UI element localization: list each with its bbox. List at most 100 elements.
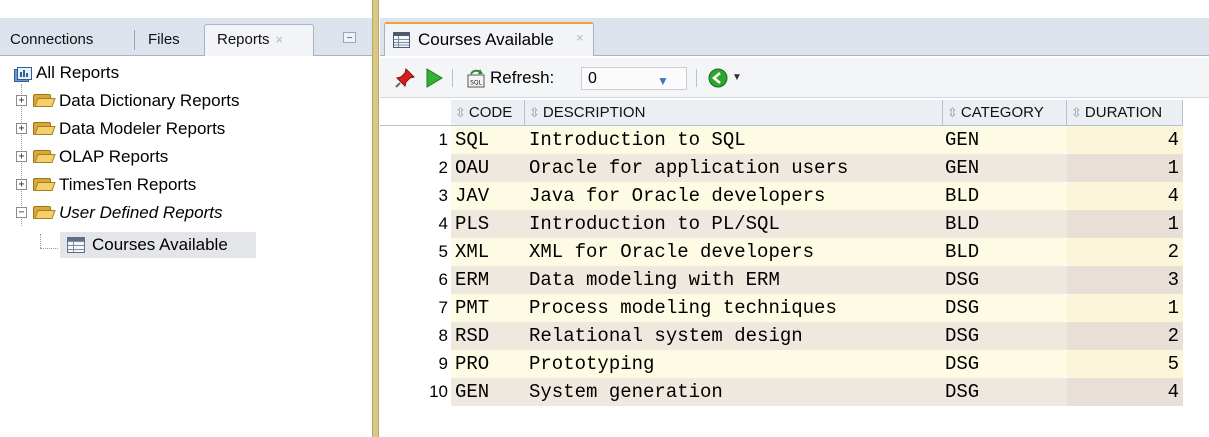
cell-category[interactable]: BLD xyxy=(943,238,1067,266)
cell-category[interactable]: DSG xyxy=(943,350,1067,378)
cell-code[interactable]: PRO xyxy=(451,350,525,378)
cell-description[interactable]: Java for Oracle developers xyxy=(525,182,943,210)
tree-item-label: Data Dictionary Reports xyxy=(59,91,240,110)
cell-code[interactable]: JAV xyxy=(451,182,525,210)
pin-icon[interactable] xyxy=(394,67,416,89)
column-header-description[interactable]: ⇳ DESCRIPTION xyxy=(525,100,943,126)
run-icon[interactable] xyxy=(423,67,445,89)
cell-description[interactable]: Introduction to PL/SQL xyxy=(525,210,943,238)
expand-icon[interactable]: + xyxy=(16,179,27,190)
cell-duration[interactable]: 4 xyxy=(1067,126,1183,154)
tab-files[interactable]: Files xyxy=(148,26,180,54)
refresh-sql-icon[interactable]: SQL xyxy=(465,67,487,89)
cell-duration[interactable]: 4 xyxy=(1067,378,1183,406)
column-header-duration[interactable]: ⇳ DURATION xyxy=(1067,100,1183,126)
cell-code[interactable]: PLS xyxy=(451,210,525,238)
row-number-cell[interactable]: 1 xyxy=(380,126,451,154)
cell-duration[interactable]: 1 xyxy=(1067,210,1183,238)
row-number-cell[interactable]: 4 xyxy=(380,210,451,238)
close-icon[interactable]: × xyxy=(576,30,584,45)
tree-item-label: OLAP Reports xyxy=(59,147,169,166)
tree-item-label: Data Modeler Reports xyxy=(59,119,226,138)
cell-code[interactable]: PMT xyxy=(451,294,525,322)
tree-line xyxy=(40,234,41,248)
cell-description[interactable]: Oracle for application users xyxy=(525,154,943,182)
expand-icon[interactable]: + xyxy=(16,95,27,106)
row-number-cell[interactable]: 6 xyxy=(380,266,451,294)
cell-code[interactable]: SQL xyxy=(451,126,525,154)
navigate-icon[interactable] xyxy=(707,67,729,89)
collapse-icon[interactable]: − xyxy=(16,207,27,218)
cell-category[interactable]: DSG xyxy=(943,378,1067,406)
chevron-down-icon[interactable]: ▼ xyxy=(732,72,742,83)
cell-category[interactable]: GEN xyxy=(943,126,1067,154)
sort-icon[interactable]: ⇳ xyxy=(529,105,540,120)
tree-item-courses-available[interactable]: Courses Available xyxy=(60,232,256,258)
tree-item-label: Courses Available xyxy=(92,235,228,254)
cell-category[interactable]: DSG xyxy=(943,322,1067,350)
tab-courses-available[interactable]: Courses Available × xyxy=(384,22,594,56)
expand-icon[interactable]: + xyxy=(16,151,27,162)
tree-root-label: All Reports xyxy=(36,63,120,82)
cell-code[interactable]: RSD xyxy=(451,322,525,350)
cell-duration[interactable]: 1 xyxy=(1067,294,1183,322)
row-number-cell[interactable]: 5 xyxy=(380,238,451,266)
cell-duration[interactable]: 2 xyxy=(1067,322,1183,350)
row-number-cell[interactable]: 8 xyxy=(380,322,451,350)
toolbar-separator xyxy=(696,69,697,87)
cell-duration[interactable]: 1 xyxy=(1067,154,1183,182)
cell-code[interactable]: XML xyxy=(451,238,525,266)
cell-description[interactable]: Prototyping xyxy=(525,350,943,378)
refresh-interval-select[interactable]: 0 ▼ xyxy=(581,67,687,90)
cell-duration[interactable]: 3 xyxy=(1067,266,1183,294)
row-number-cell[interactable]: 9 xyxy=(380,350,451,378)
tree-item-label: TimesTen Reports xyxy=(59,175,197,194)
cell-code[interactable]: GEN xyxy=(451,378,525,406)
report-table-icon xyxy=(393,32,410,48)
cell-description[interactable]: Relational system design xyxy=(525,322,943,350)
expand-icon[interactable]: + xyxy=(16,123,27,134)
sort-icon[interactable]: ⇳ xyxy=(1071,105,1082,120)
refresh-interval-value: 0 xyxy=(588,70,597,87)
cell-category[interactable]: GEN xyxy=(943,154,1067,182)
cell-description[interactable]: System generation xyxy=(525,378,943,406)
report-table-icon xyxy=(67,237,85,253)
cell-description[interactable]: Process modeling techniques xyxy=(525,294,943,322)
cell-category[interactable]: BLD xyxy=(943,182,1067,210)
column-header-label: DURATION xyxy=(1084,104,1163,121)
chevron-down-icon: ▼ xyxy=(657,74,669,88)
row-number-cell[interactable]: 10 xyxy=(380,378,451,406)
cell-description[interactable]: Introduction to SQL xyxy=(525,126,943,154)
cell-category[interactable]: DSG xyxy=(943,294,1067,322)
tab-connections[interactable]: Connections xyxy=(10,26,93,54)
reports-folder-icon xyxy=(14,65,32,82)
tab-reports[interactable]: Reports × xyxy=(204,24,314,56)
sort-icon[interactable]: ⇳ xyxy=(455,105,466,120)
sort-icon[interactable]: ⇳ xyxy=(947,105,958,120)
cell-code[interactable]: ERM xyxy=(451,266,525,294)
folder-open-icon xyxy=(33,205,56,219)
tab-reports-label: Reports xyxy=(217,31,270,48)
row-number-cell[interactable]: 3 xyxy=(380,182,451,210)
folder-icon xyxy=(33,121,56,135)
column-header-code[interactable]: ⇳ CODE xyxy=(451,100,525,126)
minimize-icon[interactable] xyxy=(343,32,356,43)
cell-duration[interactable]: 2 xyxy=(1067,238,1183,266)
column-header-category[interactable]: ⇳ CATEGORY xyxy=(943,100,1067,126)
cell-code[interactable]: OAU xyxy=(451,154,525,182)
cell-description[interactable]: Data modeling with ERM xyxy=(525,266,943,294)
column-header-label: CODE xyxy=(468,104,513,121)
tab-separator xyxy=(134,30,135,50)
column-header-label: DESCRIPTION xyxy=(542,104,646,121)
cell-description[interactable]: XML for Oracle developers xyxy=(525,238,943,266)
panel-splitter[interactable] xyxy=(372,0,379,437)
svg-text:SQL: SQL xyxy=(470,80,483,87)
cell-category[interactable]: DSG xyxy=(943,266,1067,294)
row-number-header xyxy=(380,100,451,126)
cell-category[interactable]: BLD xyxy=(943,210,1067,238)
close-icon[interactable]: × xyxy=(276,32,284,47)
row-number-cell[interactable]: 2 xyxy=(380,154,451,182)
row-number-cell[interactable]: 7 xyxy=(380,294,451,322)
cell-duration[interactable]: 5 xyxy=(1067,350,1183,378)
cell-duration[interactable]: 4 xyxy=(1067,182,1183,210)
